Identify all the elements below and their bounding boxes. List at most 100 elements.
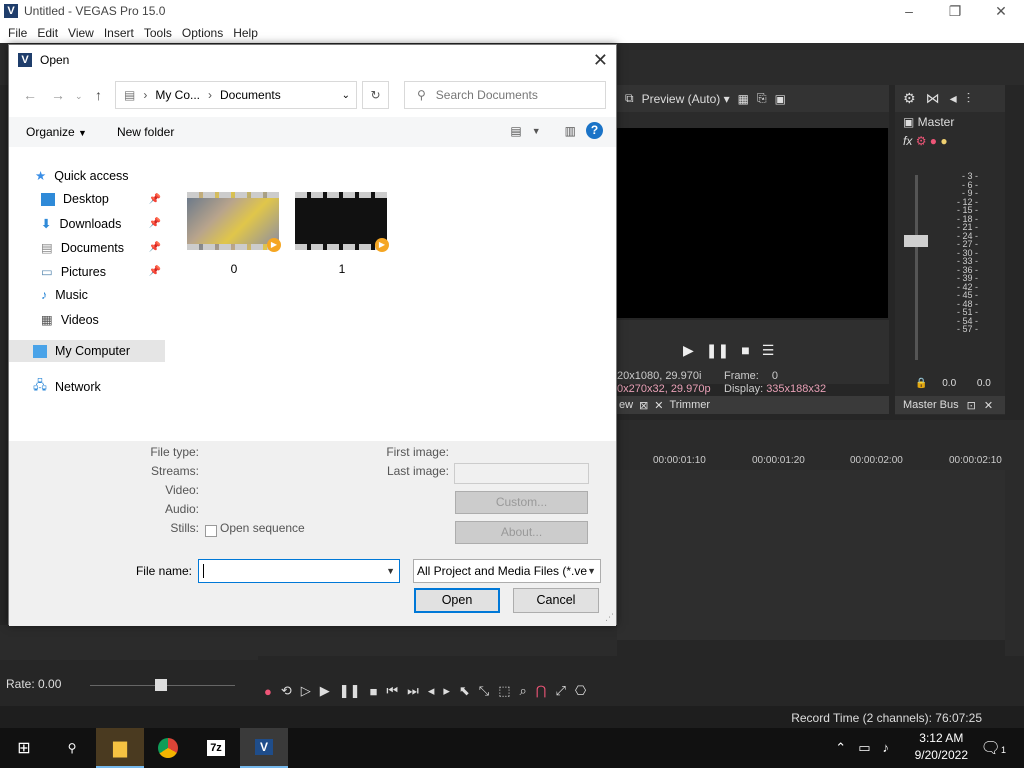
clock[interactable]: 3:12 AM 9/20/2022	[915, 730, 968, 764]
play-from-start-icon[interactable]: ▷	[301, 683, 311, 699]
lock-envelopes-icon[interactable]: ⎔	[575, 683, 586, 699]
preview-quality-dropdown[interactable]: Preview (Auto) ▾	[642, 92, 730, 106]
stop-icon[interactable]: ■	[370, 684, 378, 699]
chrome-icon[interactable]	[144, 728, 192, 768]
nav-quick-access[interactable]: ★ Quick access	[35, 168, 129, 184]
dim-icon[interactable]: ◂	[950, 90, 957, 107]
envelope-tool-icon[interactable]: ⤡	[479, 683, 489, 699]
lock-icon[interactable]: 🔒	[915, 378, 927, 389]
menu-insert[interactable]: Insert	[104, 26, 134, 40]
volume-icon[interactable]: ♪	[883, 740, 890, 756]
cancel-button[interactable]: Cancel	[513, 588, 599, 613]
tab-trimmer[interactable]: Trimmer	[670, 399, 711, 411]
mute-icon[interactable]: ●	[930, 134, 937, 148]
menu-icon[interactable]: ☰	[762, 342, 775, 359]
7zip-icon[interactable]: 7z	[192, 728, 240, 768]
forward-arrow-icon[interactable]: →	[51, 87, 65, 103]
minimize-button[interactable]: –	[886, 0, 932, 22]
file-explorer-icon[interactable]: ▆	[96, 728, 144, 768]
normal-edit-tool-icon[interactable]: ⬉	[459, 683, 470, 699]
save-snapshot-icon[interactable]: ▣	[775, 92, 786, 106]
dialog-close-icon[interactable]: ✕	[593, 50, 608, 71]
close-button[interactable]: ✕	[978, 0, 1024, 22]
rate-slider-thumb[interactable]	[155, 679, 167, 691]
menu-help[interactable]: Help	[233, 26, 258, 40]
chevron-down-icon[interactable]: ▼	[532, 126, 541, 136]
prev-frame-icon[interactable]: ◂	[428, 683, 435, 699]
open-button[interactable]: Open	[414, 588, 500, 613]
fx-chain-icon[interactable]: ⚙	[916, 134, 927, 148]
pause-icon[interactable]: ❚❚	[339, 683, 361, 699]
search-icon[interactable]: ⚲	[48, 728, 96, 768]
address-bar[interactable]: ▤ › My Co... › Documents ⌄	[115, 81, 357, 109]
pin-icon[interactable]: 📌	[149, 218, 161, 229]
pin-icon[interactable]: 📌	[149, 266, 161, 277]
chevron-down-icon[interactable]: ⌄	[342, 90, 350, 101]
solo-icon[interactable]: ●	[940, 134, 947, 148]
nav-pictures[interactable]: ▭ Pictures 📌	[41, 264, 163, 280]
go-to-start-icon[interactable]: ⏮	[386, 683, 398, 699]
nav-music[interactable]: ♪ Music	[41, 288, 88, 302]
tab-close-icon-2[interactable]: ✕	[654, 399, 663, 412]
split-view-icon[interactable]: ⧉	[625, 91, 634, 106]
help-icon[interactable]: ?	[586, 122, 603, 139]
file-item[interactable]: ▶ 1	[295, 192, 389, 276]
breadcrumb-documents[interactable]: Documents	[220, 88, 281, 102]
tab-video-preview[interactable]: ew	[619, 399, 633, 411]
tab-master-bus[interactable]: Master Bus	[903, 399, 959, 411]
menu-view[interactable]: View	[68, 26, 94, 40]
copy-snapshot-icon[interactable]: ⎘	[757, 91, 767, 106]
refresh-button[interactable]: ↻	[362, 81, 389, 109]
stop-icon[interactable]: ■	[741, 342, 749, 359]
nav-downloads[interactable]: ⬇ Downloads 📌	[41, 216, 163, 232]
nav-videos[interactable]: ▦ Videos	[41, 312, 99, 328]
organize-button[interactable]: Organize ▼	[26, 125, 87, 139]
notification-center-icon[interactable]: 🗨1	[981, 738, 1006, 758]
pin-icon[interactable]: 📌	[149, 194, 161, 205]
menu-file[interactable]: File	[8, 26, 27, 40]
custom-button[interactable]: Custom...	[455, 491, 588, 514]
maximize-button[interactable]: ❐	[932, 0, 978, 22]
tab-float-icon[interactable]: ⊡	[967, 399, 976, 412]
file-item[interactable]: ▶ 0	[187, 192, 281, 276]
up-arrow-icon[interactable]: ↑	[95, 87, 102, 103]
pause-icon[interactable]: ❚❚	[706, 342, 729, 359]
snapping-icon[interactable]: ⋂	[536, 683, 547, 699]
mixer-icon[interactable]: ⫶	[967, 90, 971, 107]
timeline-vertical-scrollbar[interactable]	[1005, 420, 1024, 660]
timeline-tracks[interactable]	[617, 470, 1005, 640]
play-icon[interactable]: ▶	[320, 683, 330, 699]
nav-network[interactable]: 🖧 Network	[33, 376, 101, 397]
tab-close-icon[interactable]: ✕	[984, 399, 993, 412]
file-type-select[interactable]: All Project and Media Files (*.ve ▼	[413, 559, 601, 583]
zoom-tool-icon[interactable]: ⌕	[520, 683, 527, 699]
recent-locations-icon[interactable]: ⌄	[75, 91, 83, 102]
file-name-input[interactable]: ▼	[198, 559, 400, 583]
vegas-taskbar-icon[interactable]: V	[240, 728, 288, 768]
change-view-icon[interactable]: ▤	[510, 124, 521, 138]
record-icon[interactable]: ●	[264, 684, 272, 699]
horizontal-scrollbar[interactable]	[258, 656, 1024, 676]
new-folder-button[interactable]: New folder	[117, 125, 174, 139]
menu-tools[interactable]: Tools	[144, 26, 172, 40]
fx-icon[interactable]: fx	[903, 134, 912, 148]
nav-my-computer[interactable]: My Computer	[9, 340, 165, 362]
tab-close-icon[interactable]: ⊠	[639, 399, 648, 412]
go-to-end-icon[interactable]: ⏭	[407, 683, 419, 699]
play-icon[interactable]: ▶	[683, 342, 694, 359]
nav-documents[interactable]: ▤ Documents 📌	[41, 240, 163, 256]
grid-icon[interactable]: ▦	[738, 92, 749, 106]
start-button[interactable]: ⊞	[0, 728, 48, 768]
chevron-up-icon[interactable]: ⌃	[835, 740, 846, 756]
pin-icon[interactable]: 📌	[149, 242, 161, 253]
next-frame-icon[interactable]: ▸	[443, 683, 450, 699]
downmix-icon[interactable]: ⋈	[926, 90, 940, 107]
breadcrumb-my-computer[interactable]: My Co...	[155, 88, 200, 102]
master-fader-knob[interactable]	[904, 235, 928, 247]
loop-icon[interactable]: ⟲	[281, 683, 292, 699]
nav-desktop[interactable]: Desktop 📌	[41, 192, 163, 206]
selection-tool-icon[interactable]: ⬚	[498, 683, 510, 699]
preview-pane-icon[interactable]: ▥	[565, 124, 576, 138]
open-sequence-checkbox[interactable]	[205, 525, 217, 537]
menu-edit[interactable]: Edit	[37, 26, 58, 40]
